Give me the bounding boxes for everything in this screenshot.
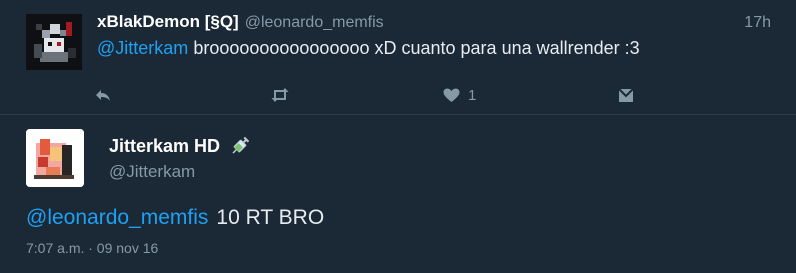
main-display-name[interactable]: Jitterkam HD	[109, 136, 220, 157]
demon-avatar-icon	[26, 14, 82, 70]
direct-message-icon	[618, 87, 634, 102]
reply-actions: 1	[0, 80, 796, 108]
retweet-button[interactable]	[270, 85, 290, 105]
reply-icon	[96, 90, 110, 101]
main-body: 10 RT BRO	[216, 206, 325, 229]
main-handle[interactable]: @Jitterkam	[109, 162, 195, 182]
reply-tweet[interactable]: xBlakDemon [§Q] @leonardo_memfis 17h @Ji…	[0, 0, 796, 114]
syringe-emoji-icon	[232, 136, 250, 154]
reply-time[interactable]: 17h	[744, 14, 771, 32]
reply-name-line: xBlakDemon [§Q] @leonardo_memfis	[97, 12, 384, 36]
main-name-line: Jitterkam HD	[109, 134, 252, 158]
reply-handle[interactable]: @leonardo_memfis	[245, 14, 384, 32]
retweet-icon	[271, 88, 289, 102]
avatar-jitterkam[interactable]	[26, 129, 84, 187]
heart-icon	[443, 88, 460, 102]
main-mention-link[interactable]: @leonardo_memfis	[26, 206, 208, 229]
like-button[interactable]: 1	[443, 85, 476, 105]
reply-display-name[interactable]: xBlakDemon [§Q]	[97, 12, 239, 32]
main-timestamp: 7:07 a.m. · 09 nov 16	[26, 240, 159, 256]
tweet-divider	[0, 114, 796, 115]
avatar-xblakdemon[interactable]	[26, 14, 82, 70]
like-count: 1	[468, 86, 477, 104]
reply-text: @Jitterkam broooooooooooooooo xD cuanto …	[97, 38, 640, 59]
reply-mention-link[interactable]: @Jitterkam	[97, 38, 188, 58]
reply-body: broooooooooooooooo xD cuanto para una wa…	[193, 38, 640, 58]
jitterkam-avatar-icon	[26, 129, 84, 187]
direct-message-button[interactable]	[618, 85, 634, 105]
main-tweet-text: @leonardo_memfis 10 RT BRO	[26, 206, 324, 230]
reply-button[interactable]	[94, 85, 112, 105]
